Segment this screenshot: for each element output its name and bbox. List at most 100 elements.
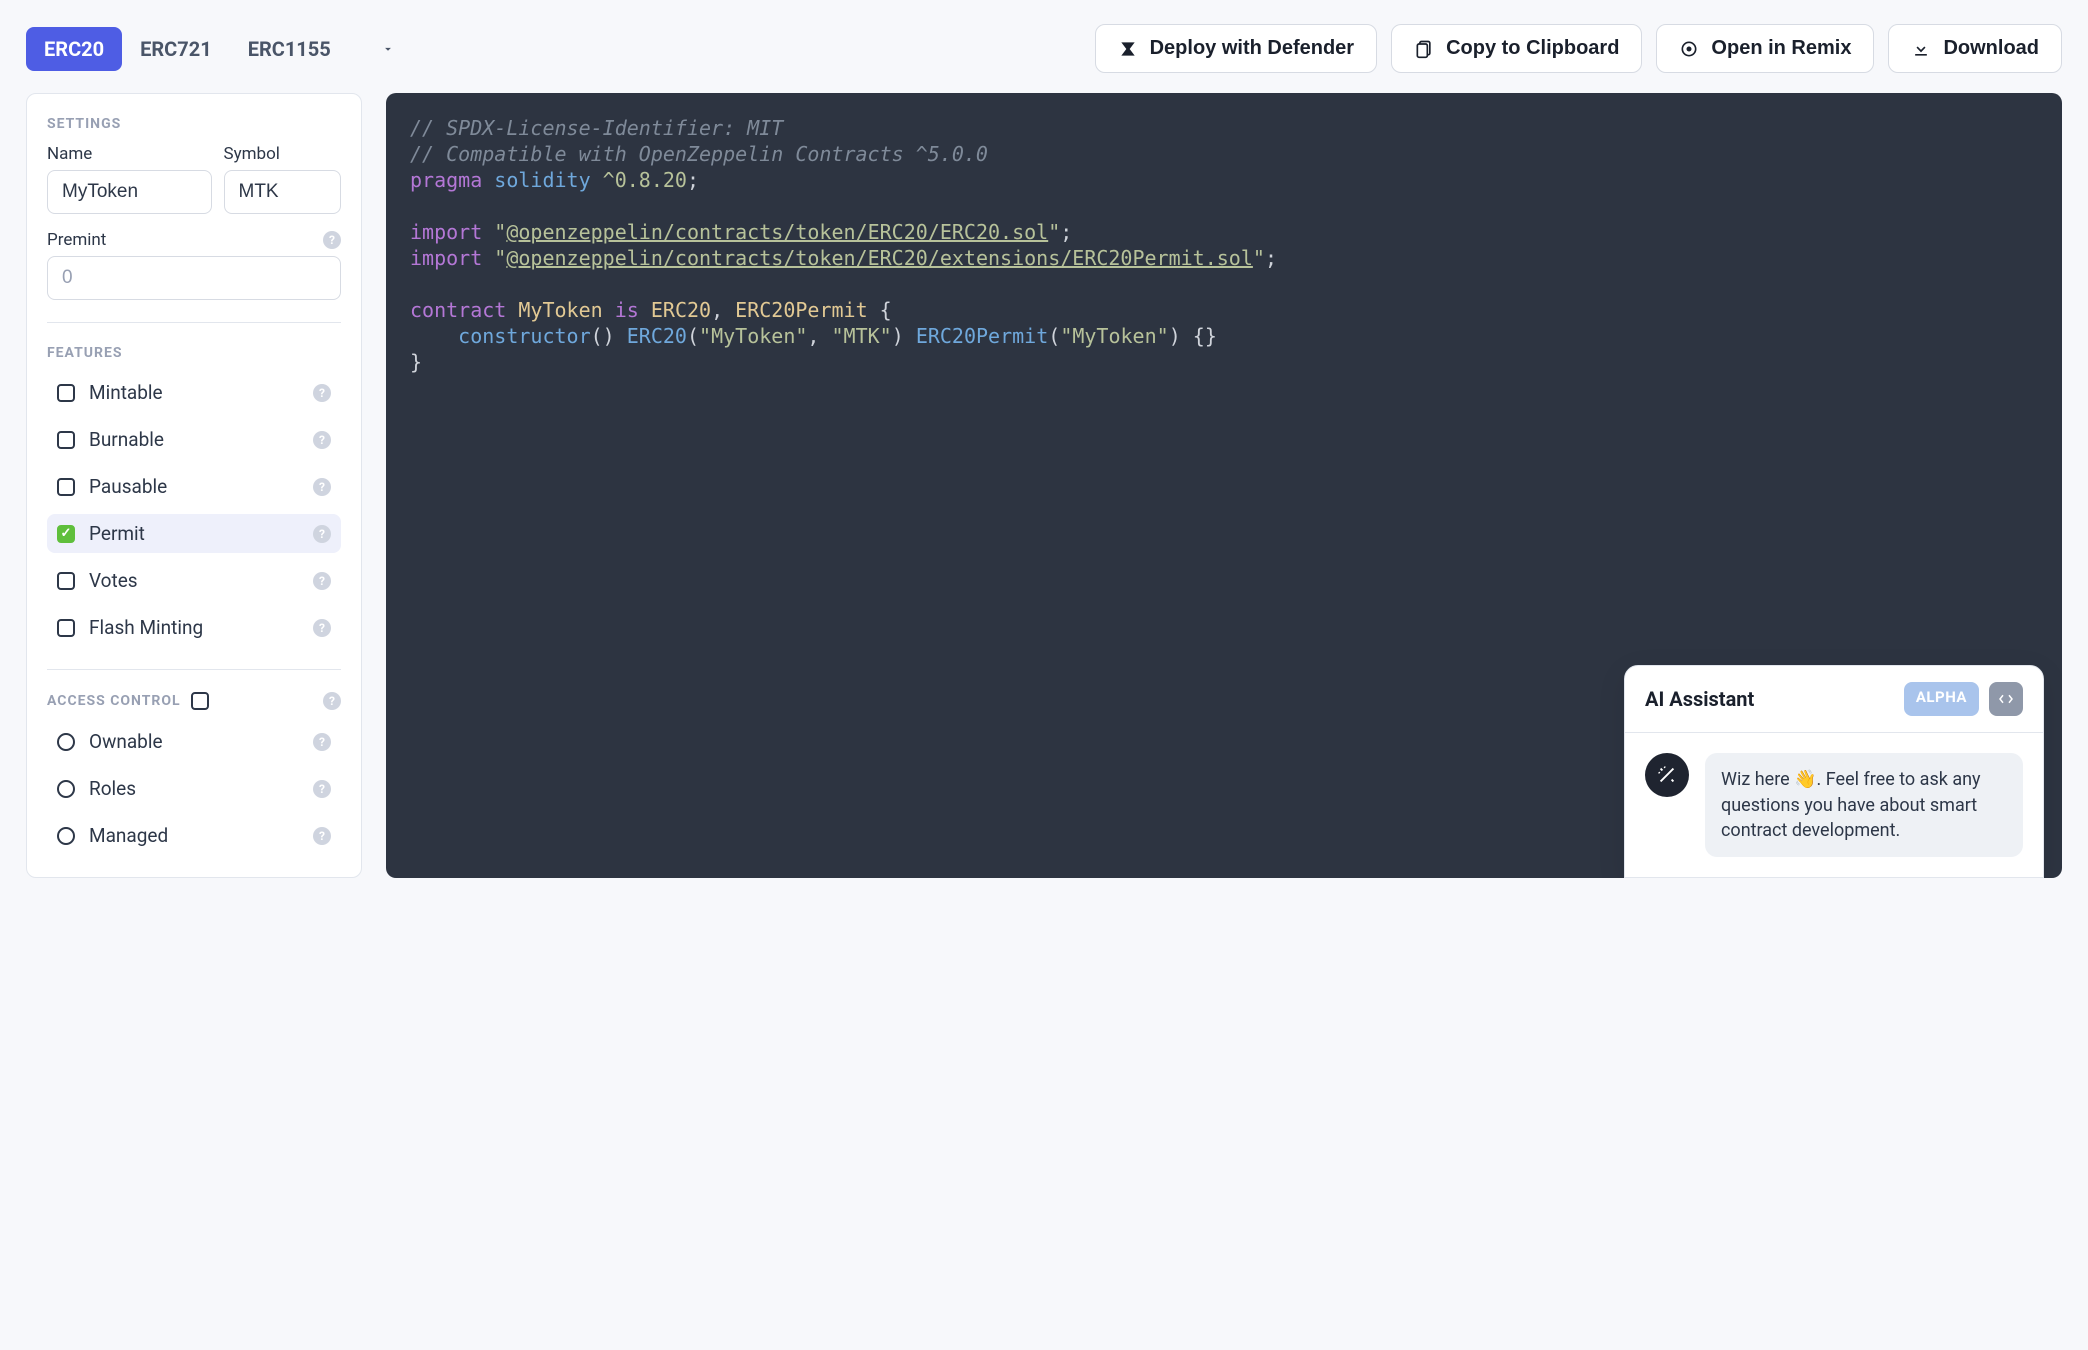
code-class: ERC20Permit [735, 298, 867, 322]
checkbox-icon [57, 572, 75, 590]
symbol-label: Symbol [224, 144, 342, 164]
tab-erc20[interactable]: ERC20 [26, 27, 122, 71]
premint-help-icon[interactable]: ? [323, 231, 341, 249]
wiz-avatar-icon [1645, 753, 1689, 797]
symbol-input[interactable] [224, 170, 342, 214]
chevron-down-icon [381, 42, 395, 56]
feature-label: Burnable [89, 428, 164, 451]
tab-erc721[interactable]: ERC721 [122, 27, 230, 71]
checkbox-icon [57, 384, 75, 402]
alpha-badge: ALPHA [1904, 682, 1979, 716]
checkbox-icon [57, 619, 75, 637]
download-button[interactable]: Download [1888, 24, 2062, 73]
name-input[interactable] [47, 170, 212, 214]
checkbox-checked-icon [57, 525, 75, 543]
assistant-title: AI Assistant [1645, 686, 1754, 712]
code-kw: import [410, 220, 482, 244]
deploy-label: Deploy with Defender [1150, 37, 1354, 60]
help-icon[interactable]: ? [323, 692, 341, 710]
radio-label: Roles [89, 777, 136, 800]
feature-flash-minting[interactable]: Flash Minting ? [47, 608, 341, 647]
divider [47, 669, 341, 670]
code-comment: // Compatible with OpenZeppelin Contract… [410, 142, 988, 166]
remix-button[interactable]: Open in Remix [1656, 24, 1874, 73]
divider [47, 322, 341, 323]
code-kw: pragma [410, 168, 482, 192]
tab-erc1155[interactable]: ERC1155 [230, 27, 349, 71]
assistant-message: Wiz here 👋. Feel free to ask any questio… [1705, 753, 2023, 857]
copy-label: Copy to Clipboard [1446, 37, 1619, 60]
feature-votes[interactable]: Votes ? [47, 561, 341, 600]
code-import-path[interactable]: @openzeppelin/contracts/token/ERC20/ERC2… [506, 220, 1048, 244]
help-icon[interactable]: ? [313, 431, 331, 449]
help-icon[interactable]: ? [313, 827, 331, 845]
access-control-toggle[interactable] [191, 692, 209, 710]
feature-burnable[interactable]: Burnable ? [47, 420, 341, 459]
help-icon[interactable]: ? [313, 525, 331, 543]
feature-permit[interactable]: Permit ? [47, 514, 341, 553]
remix-icon [1679, 39, 1699, 59]
expand-icon [1997, 690, 2015, 708]
clipboard-icon [1414, 39, 1434, 59]
copy-button[interactable]: Copy to Clipboard [1391, 24, 1642, 73]
settings-sidebar: SETTINGS Name Symbol Premint ? F [26, 93, 362, 878]
code-str: "MyToken" [1060, 324, 1168, 348]
feature-pausable[interactable]: Pausable ? [47, 467, 341, 506]
token-tabs: ERC20 ERC721 ERC1155 [26, 27, 399, 71]
help-icon[interactable]: ? [313, 384, 331, 402]
tab-more-dropdown[interactable] [377, 38, 399, 60]
radio-icon [57, 733, 75, 751]
access-roles[interactable]: Roles ? [47, 769, 341, 808]
expand-assistant-button[interactable] [1989, 682, 2023, 716]
checkbox-icon [57, 431, 75, 449]
code-kw: solidity [494, 168, 590, 192]
features-title: FEATURES [47, 345, 341, 361]
help-icon[interactable]: ? [313, 780, 331, 798]
help-icon[interactable]: ? [313, 733, 331, 751]
feature-label: Flash Minting [89, 616, 203, 639]
feature-label: Mintable [89, 381, 163, 404]
code-fn: ERC20 [627, 324, 687, 348]
code-class: ERC20 [651, 298, 711, 322]
radio-label: Ownable [89, 730, 163, 753]
download-icon [1911, 39, 1931, 59]
premint-input[interactable] [47, 256, 341, 300]
code-class: MyToken [518, 298, 602, 322]
premint-label: Premint [47, 230, 106, 250]
help-icon[interactable]: ? [313, 572, 331, 590]
ai-assistant-panel: AI Assistant ALPHA Wiz here 👋. Feel free… [1624, 665, 2044, 878]
help-icon[interactable]: ? [313, 619, 331, 637]
radio-icon [57, 780, 75, 798]
defender-icon [1118, 39, 1138, 59]
code-block: // SPDX-License-Identifier: MIT // Compa… [410, 115, 2038, 375]
action-buttons: Deploy with Defender Copy to Clipboard O… [1095, 24, 2062, 73]
code-fn: constructor [458, 324, 590, 348]
access-control-title: ACCESS CONTROL [47, 693, 181, 709]
radio-icon [57, 827, 75, 845]
radio-label: Managed [89, 824, 168, 847]
code-fn: ERC20Permit [916, 324, 1048, 348]
deploy-button[interactable]: Deploy with Defender [1095, 24, 1377, 73]
settings-title: SETTINGS [47, 116, 341, 132]
code-kw: is [615, 298, 639, 322]
code-comment: // SPDX-License-Identifier: MIT [410, 116, 783, 140]
help-icon[interactable]: ? [313, 478, 331, 496]
download-label: Download [1943, 37, 2039, 60]
code-import-path[interactable]: @openzeppelin/contracts/token/ERC20/exte… [506, 246, 1253, 270]
name-label: Name [47, 144, 212, 164]
feature-label: Pausable [89, 475, 167, 498]
code-kw: contract [410, 298, 506, 322]
remix-label: Open in Remix [1711, 37, 1851, 60]
feature-label: Permit [89, 522, 145, 545]
topbar: ERC20 ERC721 ERC1155 Deploy with Defende… [26, 24, 2062, 73]
code-panel: // SPDX-License-Identifier: MIT // Compa… [386, 93, 2062, 878]
access-managed[interactable]: Managed ? [47, 816, 341, 855]
wand-icon [1656, 764, 1678, 786]
feature-mintable[interactable]: Mintable ? [47, 373, 341, 412]
code-kw: import [410, 246, 482, 270]
access-ownable[interactable]: Ownable ? [47, 722, 341, 761]
code-str: "MTK" [832, 324, 892, 348]
checkbox-icon [57, 478, 75, 496]
feature-label: Votes [89, 569, 138, 592]
code-str: "MyToken" [699, 324, 807, 348]
